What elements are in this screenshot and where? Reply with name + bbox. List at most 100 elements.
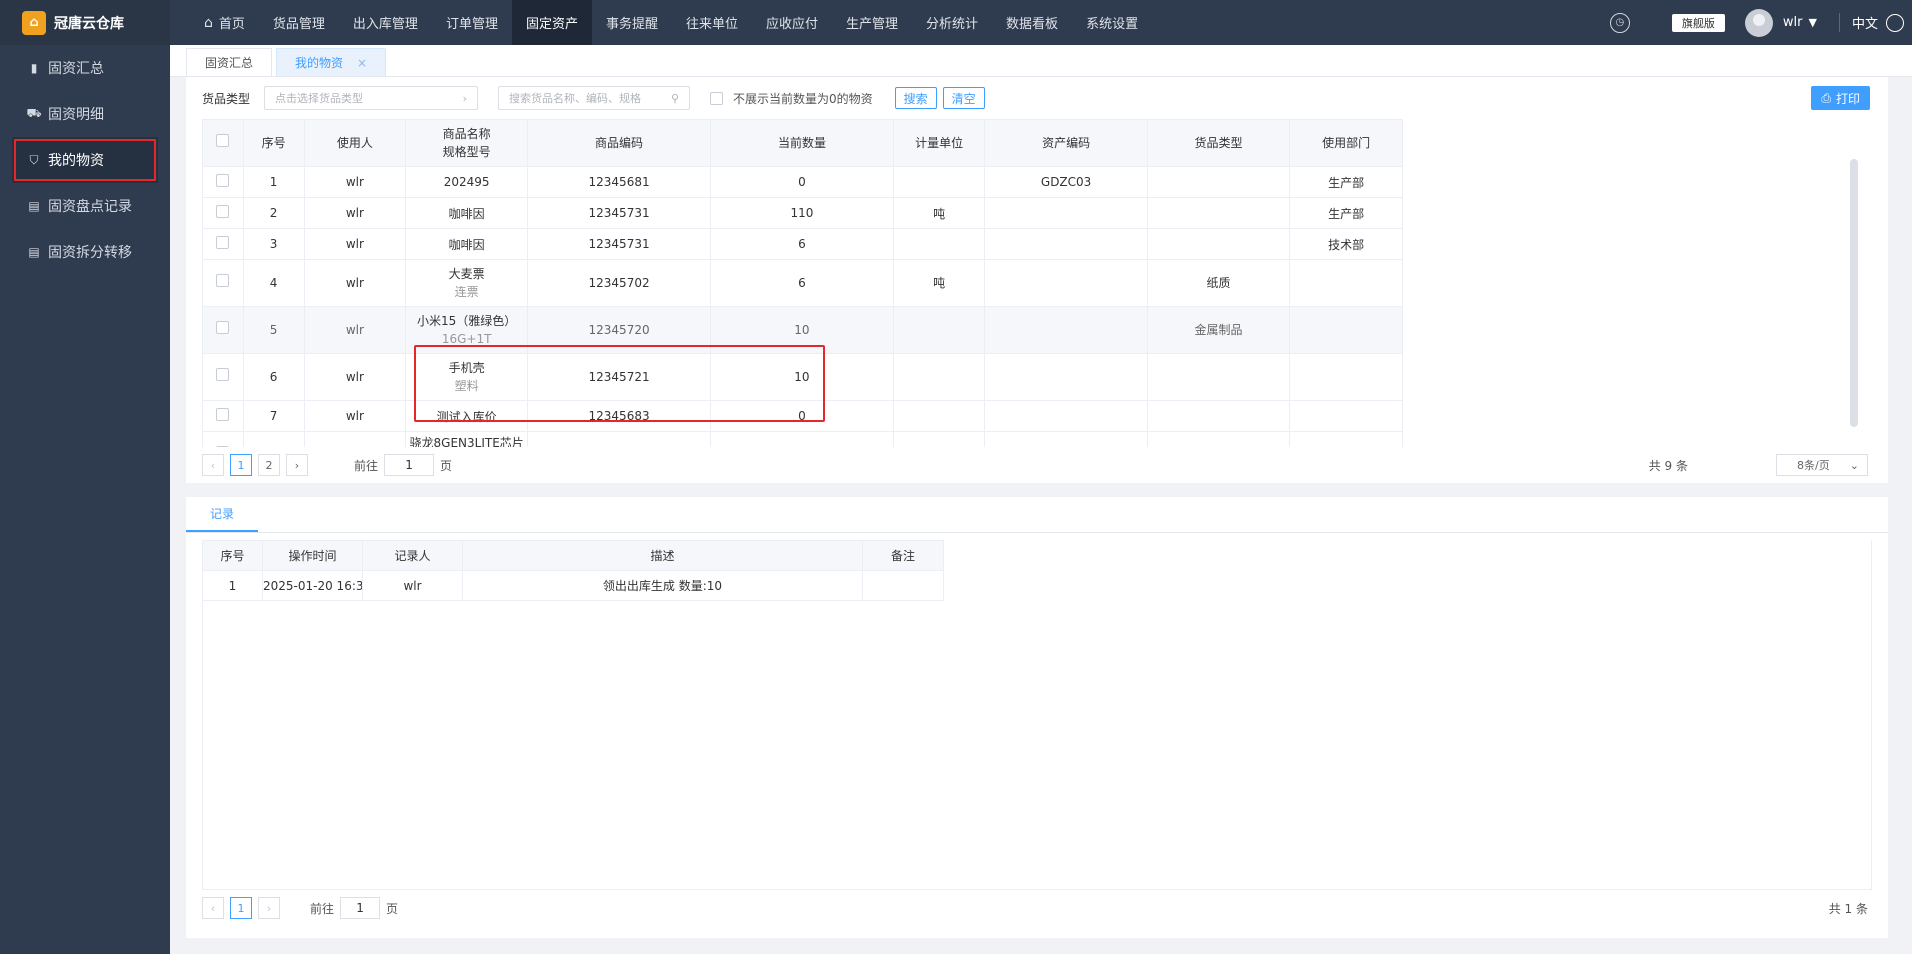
search-icon: ⚲: [670, 91, 680, 105]
nav-home[interactable]: ⌂ 首页: [190, 0, 259, 45]
nav-reminders[interactable]: 事务提醒: [592, 0, 672, 45]
nav-receivables[interactable]: 应收应付: [752, 0, 832, 45]
tab-my-materials[interactable]: 我的物资 ×: [276, 48, 387, 76]
sidebar-item-asset-detail[interactable]: ⛟ 固资明细: [0, 91, 170, 137]
item-spec: 塑料: [454, 379, 479, 393]
cell-code: 12345720: [527, 306, 711, 354]
goto-page-input[interactable]: 1: [340, 897, 381, 919]
cell-dept: 技术部: [1289, 228, 1403, 260]
sidebar-item-split-transfer[interactable]: ▤ 固资拆分转移: [0, 229, 170, 275]
nav-stock-io[interactable]: 出入库管理: [339, 0, 432, 45]
table-row[interactable]: 1 2025-01-20 16:3 wlr 领出出库生成 数量:10: [202, 570, 944, 601]
print-button[interactable]: ⎙ 打印: [1811, 86, 1870, 110]
app-logo[interactable]: ⌂ 冠唐云仓库: [0, 0, 170, 45]
avatar[interactable]: [1744, 8, 1773, 37]
page-1-button[interactable]: 1: [230, 897, 252, 919]
cell-name: 咖啡因: [405, 228, 529, 260]
nav-fixed-assets[interactable]: 固定资产: [511, 0, 592, 45]
search-input[interactable]: 搜索货品名称、编码、规格 ⚲: [498, 86, 691, 110]
hide-zero-checkbox[interactable]: 不展示当前数量为0的物资: [710, 90, 873, 107]
nav-partners[interactable]: 往来单位: [672, 0, 752, 45]
clipboard-icon: ▤: [28, 199, 40, 213]
nav-analytics[interactable]: 分析统计: [912, 0, 992, 45]
cell-dept: [1289, 306, 1403, 354]
col-name: 商品名称 规格型号: [405, 119, 529, 167]
row-select[interactable]: [202, 431, 244, 447]
nav-orders[interactable]: 订单管理: [432, 0, 512, 45]
house-logo-icon: ⌂: [22, 10, 46, 35]
row-checkbox[interactable]: [216, 174, 230, 187]
select-all-checkbox[interactable]: [216, 134, 230, 147]
cell-asset-code: [984, 431, 1148, 447]
cell-unit: [892, 306, 986, 354]
prev-page-button[interactable]: ‹: [202, 454, 224, 476]
nav-label: 首页: [218, 17, 245, 32]
row-select[interactable]: [202, 166, 244, 198]
search-button[interactable]: 搜索: [894, 87, 937, 109]
table-row[interactable]: 6 wlr 手机壳 塑料 12345721 10: [202, 353, 1403, 401]
cell-dept: [1289, 431, 1403, 447]
filter-toolbar: 货品类型 点击选择货品类型 › 搜索货品名称、编码、规格 ⚲ 不展示当前数量为0…: [186, 77, 1888, 119]
tab-asset-summary[interactable]: 固资汇总: [186, 48, 273, 76]
close-icon[interactable]: ×: [357, 56, 367, 70]
table-row[interactable]: 2 wlr 咖啡因 12345731 110 吨 生产部: [202, 197, 1403, 229]
page-size-select[interactable]: 8条/页 ⌄: [1776, 454, 1868, 476]
sidebar-item-inventory-records[interactable]: ▤ 固资盘点记录: [0, 183, 170, 229]
clear-button[interactable]: 清空: [942, 87, 985, 109]
sidebar-item-my-materials[interactable]: ⛉ 我的物资: [12, 137, 158, 183]
prev-page-button[interactable]: ‹: [202, 897, 224, 919]
clock-icon[interactable]: ◷: [1609, 12, 1630, 33]
next-page-button[interactable]: ›: [286, 454, 308, 476]
type-select[interactable]: 点击选择货品类型 ›: [264, 86, 479, 110]
row-checkbox[interactable]: [216, 274, 230, 287]
page-1-button[interactable]: 1: [230, 454, 252, 476]
checkbox-box[interactable]: [710, 91, 724, 105]
row-checkbox[interactable]: [216, 205, 230, 218]
tab-records[interactable]: 记录: [186, 496, 259, 532]
table-row[interactable]: 8 wlr 骁龙8GEN3LITE芯片 12345724 1 金属制品: [202, 431, 1403, 447]
nav-production[interactable]: 生产管理: [832, 0, 912, 45]
table-row[interactable]: 5 wlr 小米15（雅绿色） 16G+1T 12345720 10 金属制品: [202, 306, 1403, 354]
sidebar-item-label: 固资汇总: [48, 61, 104, 77]
caret-down-icon[interactable]: ▼: [1809, 16, 1817, 29]
materials-table-viewport[interactable]: 序号 使用人 商品名称 规格型号 商品编码 当前数量 计量单位 资产编码 货品类型…: [202, 119, 1403, 447]
row-select[interactable]: [202, 353, 244, 401]
next-page-button[interactable]: ›: [258, 897, 280, 919]
language-switch[interactable]: 中文: [1838, 13, 1878, 32]
row-select[interactable]: [202, 228, 244, 260]
table-row[interactable]: 4 wlr 大麦票 连票 12345702 6 吨 纸质: [202, 259, 1403, 307]
nav-settings[interactable]: 系统设置: [1072, 0, 1152, 45]
globe-icon[interactable]: [1886, 13, 1904, 32]
goto-page: 前往 1 页: [354, 454, 452, 476]
nav-goods[interactable]: 货品管理: [259, 0, 339, 45]
cell-code: 12345721: [527, 353, 711, 401]
page-2-button[interactable]: 2: [258, 454, 280, 476]
row-checkbox[interactable]: [216, 408, 230, 421]
table-row[interactable]: 3 wlr 咖啡因 12345731 6 技术部: [202, 228, 1403, 260]
row-select[interactable]: [202, 400, 244, 432]
user-name[interactable]: wlr: [1783, 15, 1803, 30]
cell-unit: [892, 166, 986, 198]
sidebar-item-asset-summary[interactable]: ▮ 固资汇总: [0, 45, 170, 91]
table-row[interactable]: 1 wlr 202495 12345681 0 GDZC03 生产部: [202, 166, 1403, 198]
table-scrollbar[interactable]: [1850, 159, 1858, 427]
cell-qty: 6: [710, 228, 894, 260]
row-checkbox[interactable]: [216, 236, 230, 249]
row-select[interactable]: [202, 197, 244, 229]
row-checkbox[interactable]: [216, 446, 230, 447]
row-checkbox[interactable]: [216, 321, 230, 334]
goto-page: 前往 1 页: [310, 897, 398, 919]
row-select[interactable]: [202, 306, 244, 354]
cell-user: wlr: [303, 353, 407, 401]
cell-name: 小米15（雅绿色） 16G+1T: [405, 306, 529, 354]
select-all-cell[interactable]: [202, 119, 244, 167]
page-tabs: 固资汇总 我的物资 ×: [170, 45, 1912, 77]
row-select[interactable]: [202, 259, 244, 307]
cell-dept: [1289, 353, 1403, 401]
nav-dashboard[interactable]: 数据看板: [992, 0, 1072, 45]
cell-note: [862, 570, 944, 601]
goto-page-input[interactable]: 1: [384, 454, 435, 476]
table-row[interactable]: 7 wlr 测试入库价 12345683 0: [202, 400, 1403, 432]
row-checkbox[interactable]: [216, 368, 230, 381]
goto-prefix: 前往: [310, 901, 335, 916]
